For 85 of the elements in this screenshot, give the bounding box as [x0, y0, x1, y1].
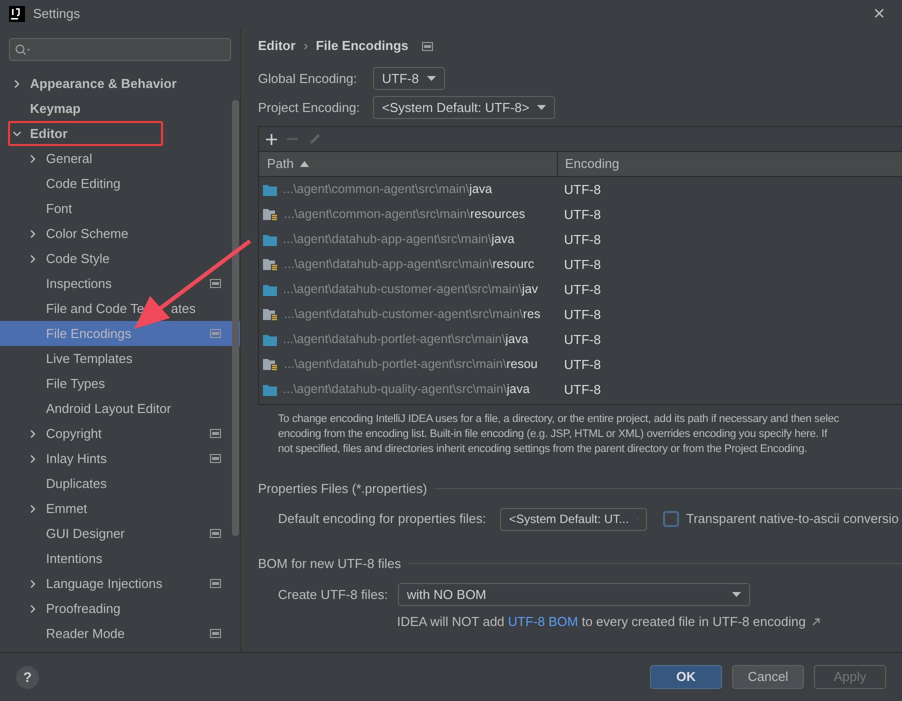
chevron-right-icon[interactable] — [28, 604, 38, 614]
breadcrumb-item[interactable]: Editor — [258, 36, 296, 56]
tree-item[interactable]: File Types — [0, 371, 240, 396]
chevron-right-icon[interactable] — [28, 154, 38, 164]
chevron-right-icon[interactable] — [28, 428, 38, 438]
add-icon[interactable] — [266, 134, 277, 144]
encoding-cell: UTF-8 — [564, 306, 601, 322]
encoding-cell: UTF-8 — [564, 332, 601, 347]
tree-item[interactable]: General — [0, 146, 240, 171]
tree-item[interactable]: Keymap — [0, 96, 240, 121]
tree-item[interactable]: Android Layout Editor — [0, 396, 240, 421]
tree-item[interactable]: Language Injections — [0, 571, 240, 596]
close-button[interactable]: × — [865, 4, 893, 24]
tree-item[interactable]: GUI Designer — [0, 521, 240, 546]
breadcrumb-separator: › — [304, 37, 308, 56]
field-label: Default encoding for properties files: — [278, 510, 486, 528]
dialog-button[interactable]: Cancel — [732, 665, 804, 689]
chevron-right-icon[interactable] — [28, 454, 38, 464]
encoding-dropdown[interactable]: <System Default: UTF-8> — [373, 96, 556, 119]
encoding-dropdown[interactable]: <System Default: UT... — [500, 508, 648, 530]
search-icon — [15, 44, 31, 56]
tree-item[interactable]: Font — [0, 196, 240, 221]
encoding-cell: UTF-8 — [564, 356, 601, 372]
app-logo-icon — [9, 6, 25, 22]
tree-item[interactable]: Copyright — [0, 421, 240, 446]
path-cell-text: ...\agent\datahub-customer-agent\src\main\res — [284, 306, 540, 324]
help-text: To change encoding IntelliJ IDEA uses for a file, a directory, or the entire project, add its path if necessary and then selec — [278, 412, 840, 427]
utf8-bom-link[interactable]: UTF-8 BOM — [508, 614, 578, 629]
path-cell-text: ...\agent\datahub-app-agent\src\main\resourc — [284, 256, 534, 274]
tree-item[interactable]: Inlay Hints — [0, 446, 240, 471]
help-text: not specified, files and directories inherit encoding settings from the parent directory or from the Project Encoding. — [278, 442, 808, 457]
chevron-right-icon[interactable] — [12, 78, 22, 88]
checkbox-label: Transparent native-to-ascii conversio — [686, 510, 899, 528]
tree-item[interactable]: Reader Mode — [0, 621, 240, 646]
encoding-cell: UTF-8 — [564, 232, 601, 247]
path-cell-text: ...\agent\datahub-portlet-agent\src\main\java — [283, 331, 528, 348]
field-label: Project Encoding: — [258, 98, 361, 117]
path-cell-text: ...\agent\common-agent\src\main\java — [283, 181, 492, 198]
search-field[interactable] — [9, 38, 231, 61]
tree-item[interactable]: Duplicates — [0, 471, 240, 496]
chevron-right-icon[interactable] — [28, 578, 38, 588]
chevron-right-icon[interactable] — [28, 254, 38, 264]
scrollbar-thumb[interactable] — [232, 100, 239, 536]
field-label: Create UTF-8 files: — [278, 586, 388, 604]
path-cell-text: ...\agent\datahub-customer-agent\src\main\jav — [283, 281, 538, 298]
window-title: Settings — [33, 5, 80, 24]
tree-item[interactable]: Intentions — [0, 546, 240, 571]
tree-item[interactable]: Emmet — [0, 496, 240, 521]
encoding-cell: UTF-8 — [564, 382, 601, 397]
encoding-cell: UTF-8 — [564, 282, 601, 297]
tree-item[interactable]: File and Code Te ates — [0, 296, 240, 321]
path-cell-text: ...\agent\datahub-app-agent\src\main\java — [283, 231, 514, 248]
checkbox[interactable] — [663, 511, 680, 527]
bom-dropdown[interactable]: with NO BOM — [398, 583, 750, 606]
encoding-cell: UTF-8 — [564, 206, 601, 222]
tree-item[interactable]: Color Scheme — [0, 221, 240, 246]
help-button[interactable]: ? — [16, 666, 39, 688]
chevron-right-icon[interactable] — [28, 504, 38, 514]
project-level-icon — [422, 42, 434, 50]
path-cell-text: ...\agent\datahub-portlet-agent\src\main\resou — [284, 356, 538, 374]
path-cell-text: ...\agent\datahub-quality-agent\src\main\java — [283, 381, 530, 398]
tree-item[interactable]: Live Templates — [0, 346, 240, 371]
tree-item[interactable]: Code Editing — [0, 171, 240, 196]
encoding-dropdown[interactable]: UTF-8 — [373, 67, 445, 90]
chevron-right-icon[interactable] — [28, 228, 38, 238]
chevron-down-icon[interactable] — [12, 128, 22, 138]
encoding-cell: UTF-8 — [564, 182, 601, 197]
help-text: encoding from the encoding list. Built-in file encoding (e.g. JSP, HTML or XML) overrides encoding you specify here. If — [278, 427, 828, 442]
path-cell-text: ...\agent\common-agent\src\main\resources — [284, 206, 526, 224]
section-title: BOM for new UTF-8 files — [258, 554, 402, 572]
tree-item[interactable]: Code Style — [0, 246, 240, 271]
section-title: Properties Files (*.properties) — [258, 480, 428, 498]
field-label: Global Encoding: — [258, 70, 358, 88]
tree-item[interactable]: Editor — [0, 121, 240, 146]
tree-item[interactable]: Proofreading — [0, 596, 240, 621]
column-header[interactable]: Path — [259, 152, 558, 176]
info-text: IDEA will NOT add UTF-8 BOM to every created file in UTF-8 encoding — [397, 613, 806, 631]
breadcrumb-item: File Encodings — [316, 37, 408, 56]
dialog-button[interactable]: OK — [650, 665, 722, 689]
tree-item[interactable]: Appearance & Behavior — [0, 71, 240, 96]
column-header[interactable]: Encoding — [558, 152, 902, 176]
external-link-icon[interactable] — [812, 618, 820, 626]
tree-item[interactable]: Inspections — [0, 271, 240, 296]
sort-ascending-icon — [300, 161, 309, 167]
encoding-cell: UTF-8 — [564, 256, 601, 272]
